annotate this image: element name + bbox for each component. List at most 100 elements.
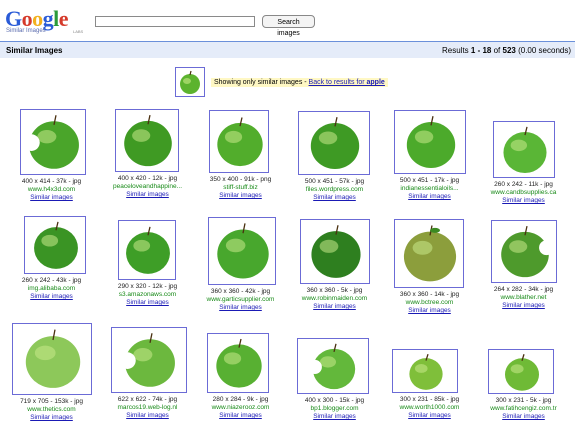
result-thumbnail[interactable] bbox=[208, 217, 276, 285]
result-site[interactable]: www.bctree.com bbox=[382, 299, 477, 306]
apple-icon bbox=[403, 225, 457, 282]
search-input[interactable] bbox=[95, 16, 255, 27]
result-site[interactable]: www.thetics.com bbox=[4, 406, 99, 413]
similar-images-link[interactable]: Similar images bbox=[100, 299, 195, 306]
google-logo[interactable]: Google bbox=[5, 8, 69, 30]
result-site[interactable]: bp1.blogger.com bbox=[287, 405, 382, 412]
result-item: 300 x 231 - 5k - jpg www.fatihcengiz.com.… bbox=[476, 319, 571, 424]
result-item: 300 x 231 - 85k - jpg www.worth1000.com Si… bbox=[382, 319, 477, 424]
result-site[interactable]: s3.amazonaws.com bbox=[100, 291, 195, 298]
similar-images-link[interactable]: Similar images bbox=[382, 193, 477, 200]
result-site[interactable]: www.fatihcengiz.com.tr bbox=[476, 405, 571, 412]
result-thumbnail[interactable] bbox=[493, 121, 555, 178]
similar-images-link[interactable]: Similar images bbox=[4, 293, 99, 300]
notice-label: Showing only similar images - bbox=[214, 79, 309, 86]
similar-images-link[interactable]: Similar images bbox=[100, 412, 195, 419]
result-meta: 290 x 320 - 12k - jpg bbox=[117, 283, 178, 290]
result-thumbnail[interactable] bbox=[111, 327, 187, 393]
similar-images-link[interactable]: Similar images bbox=[193, 192, 288, 199]
result-meta: 400 x 414 - 37k - jpg bbox=[21, 178, 82, 185]
apple-icon bbox=[126, 226, 170, 274]
similar-images-link[interactable]: Similar images bbox=[193, 412, 288, 419]
similar-images-link[interactable]: Similar images bbox=[382, 412, 477, 419]
result-site[interactable]: www.candbsupplies.ca bbox=[476, 189, 571, 196]
result-thumbnail[interactable] bbox=[300, 219, 370, 284]
result-item: 360 x 360 - 14k - jpg www.bctree.com Simil… bbox=[382, 213, 477, 318]
apple-icon bbox=[23, 115, 79, 169]
result-item: 622 x 622 - 74k - jpg marcos19.web-log.nl… bbox=[100, 319, 195, 424]
result-site[interactable]: www.garticsupplier.com bbox=[193, 296, 288, 303]
back-to-results-link[interactable]: Back to results for apple bbox=[309, 79, 385, 86]
logo-labs: LABS bbox=[73, 29, 84, 34]
result-item: 290 x 320 - 12k - jpg s3.amazonaws.com Sim… bbox=[100, 213, 195, 318]
result-site[interactable]: files.wordpress.com bbox=[287, 186, 382, 193]
result-item: 260 x 242 - 43k - jpg img.alibaba.com Simi… bbox=[4, 213, 99, 318]
similar-images-link[interactable]: Similar images bbox=[287, 303, 382, 310]
result-site[interactable]: peaceloveandhappine... bbox=[100, 183, 195, 190]
result-site[interactable]: indianessentialoils... bbox=[382, 185, 477, 192]
apple-icon bbox=[124, 115, 172, 167]
result-meta: 400 x 300 - 15k - jpg bbox=[304, 397, 365, 404]
result-thumbnail[interactable] bbox=[115, 109, 179, 172]
similar-images-link[interactable]: Similar images bbox=[476, 413, 571, 420]
apple-icon bbox=[119, 333, 175, 387]
similar-images-link[interactable]: Similar images bbox=[476, 197, 571, 204]
apple-icon bbox=[504, 354, 540, 391]
back-link-label: Back to results for bbox=[308, 79, 367, 86]
result-meta: 350 x 400 - 91k - png bbox=[209, 176, 272, 183]
result-meta: 280 x 284 - 9k - jpg bbox=[212, 396, 269, 403]
result-thumbnail[interactable] bbox=[394, 110, 466, 174]
apple-icon bbox=[25, 329, 81, 388]
apple-icon bbox=[409, 354, 443, 390]
results-of: of bbox=[491, 46, 503, 55]
similar-images-link[interactable]: Similar images bbox=[4, 194, 99, 201]
results-time: (0.00 seconds) bbox=[515, 46, 571, 55]
result-thumbnail[interactable] bbox=[12, 323, 92, 395]
result-item: 360 x 360 - 5k - jpg www.robinmaiden.com S… bbox=[287, 213, 382, 318]
similar-images-link[interactable]: Similar images bbox=[287, 194, 382, 201]
result-site[interactable]: www.niazerooz.com bbox=[193, 404, 288, 411]
results-count: Results 1 - 18 of 523 (0.00 seconds) bbox=[442, 46, 571, 55]
result-item: 500 x 451 - 17k - jpg indianessentialoils… bbox=[382, 104, 477, 209]
result-item: 260 x 242 - 11k - jpg www.candbsupplies.c… bbox=[476, 104, 571, 209]
result-thumbnail[interactable] bbox=[491, 220, 557, 283]
result-site[interactable]: img.alibaba.com bbox=[4, 285, 99, 292]
logo-subtitle: Similar Images bbox=[6, 28, 46, 34]
result-thumbnail[interactable] bbox=[297, 338, 369, 394]
apple-icon bbox=[406, 116, 456, 169]
similar-images-link[interactable]: Similar images bbox=[382, 307, 477, 314]
apple-icon bbox=[217, 223, 269, 279]
similar-images-link[interactable]: Similar images bbox=[100, 191, 195, 198]
result-thumbnail[interactable] bbox=[298, 111, 370, 175]
result-meta: 622 x 622 - 74k - jpg bbox=[117, 396, 178, 403]
result-meta: 300 x 231 - 5k - jpg bbox=[495, 397, 552, 404]
result-thumbnail[interactable] bbox=[20, 109, 86, 175]
result-thumbnail[interactable] bbox=[24, 216, 86, 274]
result-thumbnail[interactable] bbox=[488, 349, 554, 394]
result-site[interactable]: www.worth1000.com bbox=[382, 404, 477, 411]
results-bar: Similar Images Results 1 - 18 of 523 (0.… bbox=[0, 41, 575, 58]
result-site[interactable]: marcos19.web-log.nl bbox=[100, 404, 195, 411]
result-thumbnail[interactable] bbox=[207, 333, 269, 393]
result-meta: 260 x 242 - 11k - jpg bbox=[494, 181, 553, 188]
similar-images-link[interactable]: Similar images bbox=[476, 302, 571, 309]
search-images-button[interactable]: Search images bbox=[262, 15, 315, 37]
result-thumbnail[interactable] bbox=[394, 219, 464, 288]
header: Google Similar Images LABS Search images bbox=[0, 0, 575, 38]
result-meta: 260 x 242 - 43k - jpg bbox=[21, 277, 82, 284]
result-meta: 500 x 451 - 17k - jpg bbox=[399, 177, 460, 184]
result-site[interactable]: stiff-stuff.biz bbox=[193, 184, 288, 191]
result-site[interactable]: www.robinmaiden.com bbox=[287, 295, 382, 302]
result-site[interactable]: www.h4x3d.com bbox=[4, 186, 99, 193]
results-total: 523 bbox=[502, 46, 516, 55]
query-image-thumb[interactable] bbox=[175, 67, 205, 97]
result-thumbnail[interactable] bbox=[392, 349, 458, 393]
result-site[interactable]: www.blather.net bbox=[476, 294, 571, 301]
apple-icon bbox=[310, 117, 360, 170]
result-thumbnail[interactable] bbox=[209, 110, 269, 173]
similar-images-link[interactable]: Similar images bbox=[287, 413, 382, 420]
similar-images-link[interactable]: Similar images bbox=[193, 304, 288, 311]
similar-images-link[interactable]: Similar images bbox=[4, 414, 99, 421]
result-thumbnail[interactable] bbox=[118, 220, 176, 280]
apple-icon bbox=[307, 343, 356, 390]
